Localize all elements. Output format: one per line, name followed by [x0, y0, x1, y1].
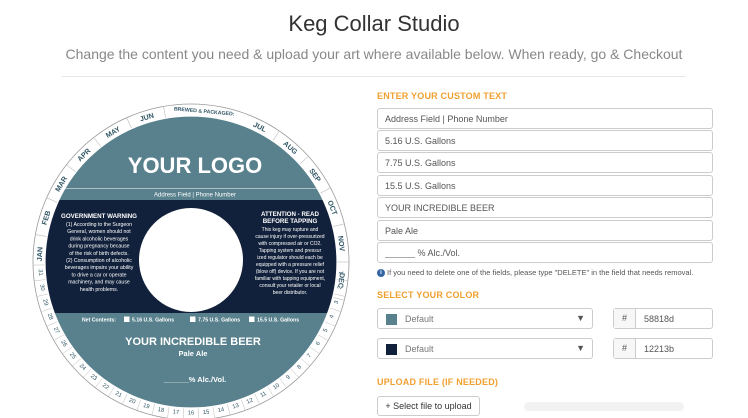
net-contents-2-input[interactable] [377, 152, 713, 173]
day-label: 30 [38, 284, 45, 291]
net-checkbox-1[interactable] [124, 316, 130, 323]
chevron-down-icon: ▼ [576, 313, 585, 323]
page-subtitle: Change the content you need & upload you… [65, 46, 683, 62]
center-hole [139, 208, 243, 312]
warning-left-line: (1) According to the Surgeon [66, 222, 132, 228]
logo-text: YOUR LOGO [128, 153, 262, 178]
beer-name: YOUR INCREDIBLE BEER [125, 336, 261, 348]
hash-prefix: # [614, 309, 636, 328]
chevron-down-icon: ▼ [576, 343, 585, 353]
address-field-input[interactable] [377, 108, 713, 129]
warning-left-title: GOVERNMENT WARNING [61, 213, 137, 220]
warning-right-line: ized regulator should each be [257, 255, 323, 261]
hash-prefix: # [614, 339, 636, 358]
custom-text-heading: ENTER YOUR CUSTOM TEXT [377, 91, 508, 101]
warning-right-line: cause injury if over-pressurized [255, 234, 324, 240]
delete-instructions-text: If you need to delete one of the fields,… [387, 268, 694, 277]
day-label: 1 [339, 271, 345, 275]
net-contents-3-input[interactable] [377, 175, 713, 196]
net-option-3: 15.5 U.S. Gallons [257, 318, 299, 324]
secondary-color-swatch [386, 344, 397, 355]
secondary-color-hex-field[interactable]: # 12213b [613, 338, 713, 359]
month-label: JAN [35, 247, 45, 262]
primary-color-swatch [386, 314, 397, 325]
net-contents-1-input[interactable] [377, 130, 713, 151]
day-label: 17 [172, 409, 179, 416]
keg-collar-studio-page: Keg Collar Studio Change the content you… [0, 0, 748, 418]
warning-right-text: This keg may rupture andcause injury if … [255, 227, 325, 296]
abv-text: ______% Alc./Vol. [163, 375, 227, 384]
warning-left-text: (1) According to the SurgeonGeneral, wom… [65, 222, 134, 293]
abv-input[interactable] [377, 242, 713, 263]
warning-right-line: familiar with tapping equipment, [255, 276, 325, 282]
color-heading: SELECT YOUR COLOR [377, 290, 480, 300]
beer-style: Pale Ale [179, 349, 208, 358]
warning-right-title-2: BEFORE TAPPING [263, 218, 318, 225]
warning-left-line: health problems. [80, 287, 118, 293]
warning-right-line: consult your retailer or local [259, 283, 320, 289]
secondary-color-select[interactable]: Default ▼ [377, 338, 593, 359]
select-file-button[interactable]: + Select file to upload [377, 396, 480, 416]
day-label: 31 [37, 269, 43, 276]
secondary-color-hex-value: 12213b [644, 344, 675, 354]
month-label: NOV [336, 235, 347, 252]
collar-address: Address Field | Phone Number [154, 193, 236, 199]
warning-left-line: to drive a car or operate [71, 272, 126, 278]
keg-collar-preview: JANFEBMARAPRMAYJUNJULAUGSEPOCTNOVDECBREW… [32, 103, 350, 418]
primary-color-select-value: Default [405, 314, 434, 324]
beer-style-input[interactable] [377, 220, 713, 241]
upload-progress-bar [524, 402, 684, 411]
primary-color-select[interactable]: Default ▼ [377, 308, 593, 329]
warning-right-line: (blow off) device. If you are not [256, 269, 325, 275]
page-title: Keg Collar Studio [288, 11, 460, 36]
net-option-1: 5.16 U.S. Gallons [132, 318, 174, 324]
warning-right-line: Tapping system and pressur [259, 248, 322, 254]
warning-left-line: drink alcoholic beverages [70, 236, 129, 242]
day-label: 18 [157, 407, 165, 414]
primary-color-hex-value: 58818d [644, 314, 675, 324]
net-checkbox-3[interactable] [249, 316, 255, 323]
net-contents-label: Net Contents: [82, 318, 116, 324]
beer-name-input[interactable] [377, 197, 713, 218]
warning-left-line: beverages impairs your ability [65, 265, 134, 271]
warning-left-line: during pregnancy because [68, 244, 129, 250]
upload-heading: UPLOAD FILE (IF NEEDED) [377, 377, 499, 387]
secondary-color-select-value: Default [405, 344, 434, 354]
net-option-2: 7.75 U.S. Gallons [198, 318, 240, 324]
net-checkbox-2[interactable] [190, 316, 196, 323]
warning-left-line: machinery, and may cause [68, 280, 130, 286]
info-icon: i [377, 269, 385, 278]
warning-right-line: beer distributor. [273, 290, 307, 296]
divider [62, 76, 686, 77]
delete-instructions: i If you need to delete one of the fields… [377, 268, 694, 278]
day-label: 15 [203, 409, 210, 416]
warning-right-line: equipped with a pressure relief [256, 262, 325, 268]
warning-left-line: of the risk of birth defects. [69, 251, 128, 257]
warning-left-line: (2) Consumption of alcoholic [66, 258, 132, 264]
warning-right-title-1: ATTENTION - READ [261, 211, 320, 218]
primary-color-hex-field[interactable]: # 58818d [613, 308, 713, 329]
warning-right-line: This keg may rupture and [262, 227, 319, 233]
warning-right-line: with compressed air or CO2. [258, 241, 321, 247]
warning-left-line: General, women should not [67, 229, 131, 235]
day-label: 16 [188, 411, 194, 417]
